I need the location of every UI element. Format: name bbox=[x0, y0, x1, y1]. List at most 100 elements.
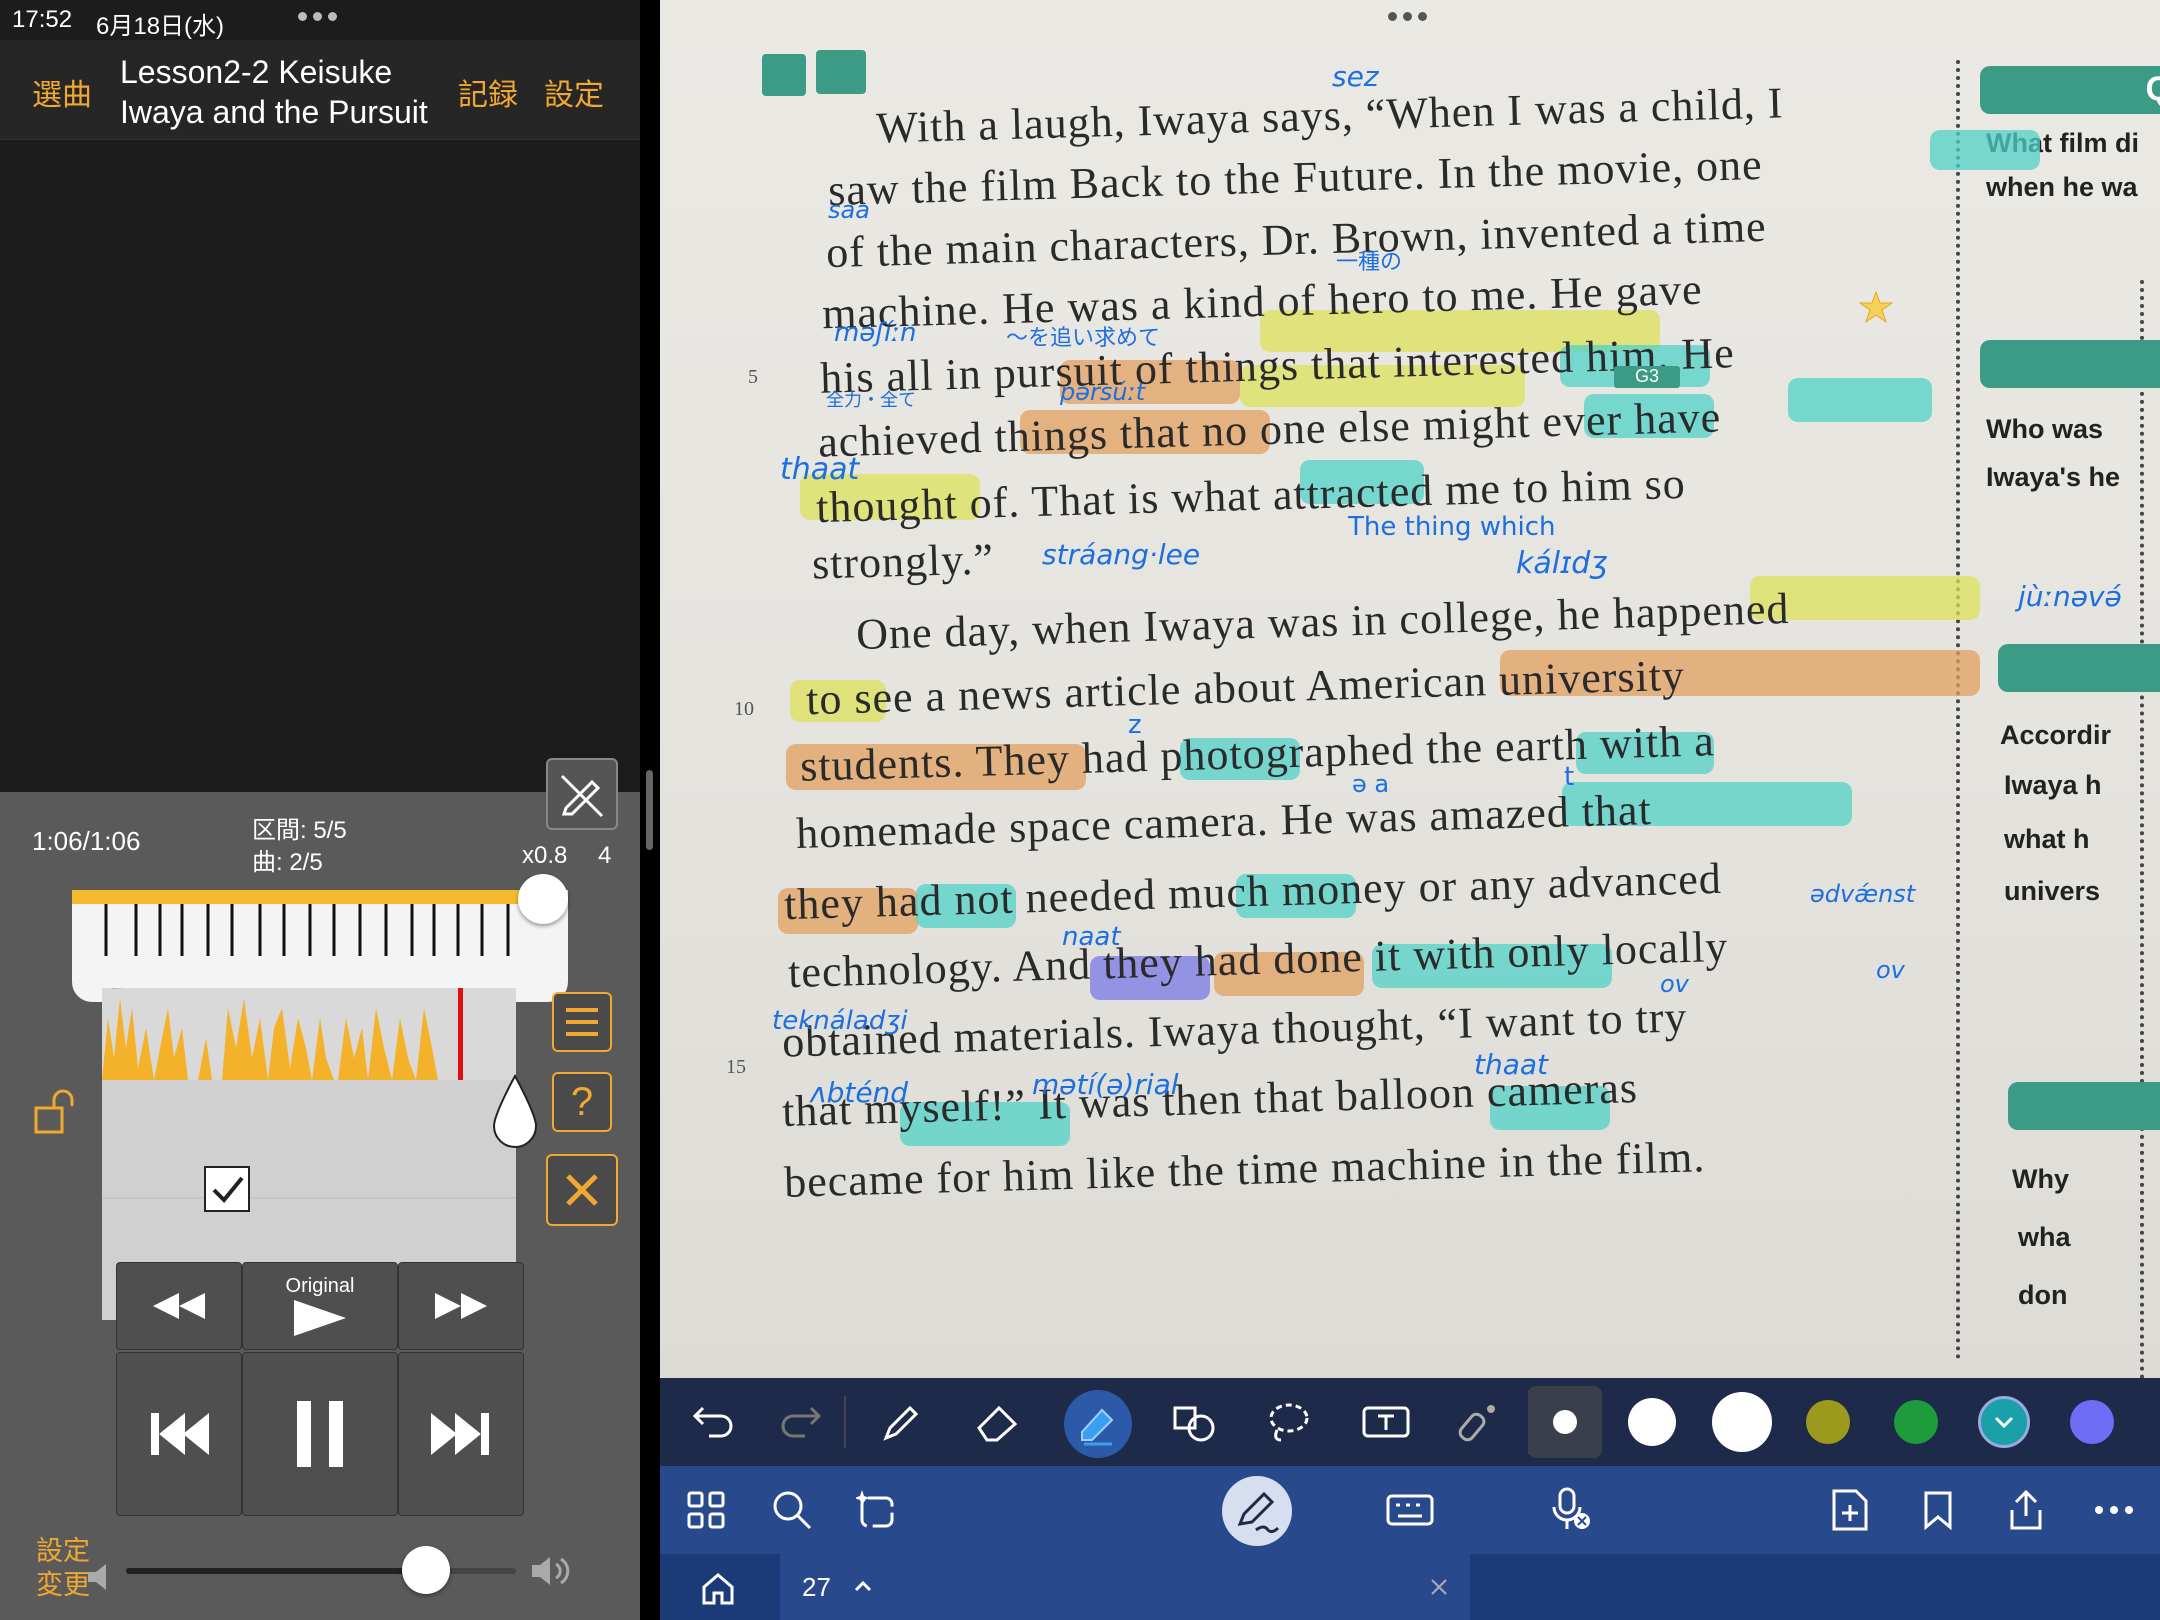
text-tool-button[interactable] bbox=[1358, 1394, 1414, 1450]
redo-button[interactable] bbox=[772, 1394, 828, 1450]
song-title: Lesson2-2 Keisuke Iwaya and the Pursuit bbox=[120, 52, 428, 132]
chevron-up-icon[interactable] bbox=[854, 1580, 872, 1592]
multitask-dots-icon[interactable] bbox=[298, 12, 337, 21]
eraser-tool-button[interactable] bbox=[970, 1394, 1026, 1450]
next-button[interactable] bbox=[398, 1352, 524, 1516]
menu-button[interactable] bbox=[552, 992, 612, 1052]
drawing-toolbar bbox=[660, 1378, 2160, 1466]
annotation: mətí(ə)rial bbox=[1032, 1068, 1179, 1101]
rewind-button[interactable] bbox=[116, 1262, 242, 1350]
side-text: Iwaya's he bbox=[1986, 462, 2120, 492]
highlight-cyan bbox=[1930, 130, 2040, 170]
elapsed-time: 1:06/1:06 bbox=[32, 826, 141, 856]
line-number: 15 bbox=[726, 1056, 746, 1078]
pause-button[interactable] bbox=[242, 1352, 398, 1516]
close-icon bbox=[566, 1174, 598, 1206]
laser-pointer-button[interactable] bbox=[1450, 1394, 1506, 1450]
close-button[interactable] bbox=[546, 1154, 618, 1226]
pause-icon bbox=[297, 1401, 343, 1467]
highlighter-icon bbox=[1081, 1408, 1114, 1446]
annotation: 〜を追い求めて bbox=[1006, 326, 1161, 351]
undo-icon bbox=[692, 1406, 733, 1438]
shapes-icon bbox=[1173, 1406, 1215, 1442]
checkmark-icon bbox=[212, 1176, 244, 1203]
annotation: ədvǽnst bbox=[1810, 880, 1916, 908]
pencil-slash-icon bbox=[560, 774, 604, 818]
home-button[interactable] bbox=[690, 1560, 746, 1616]
skip-back-icon bbox=[151, 1413, 209, 1455]
color-swatch-green[interactable] bbox=[1894, 1400, 1938, 1444]
document-tab[interactable]: 27 bbox=[780, 1554, 1470, 1620]
stroke-size-large[interactable] bbox=[1712, 1392, 1772, 1452]
side-text: Who was bbox=[1986, 414, 2104, 444]
side-text: when he wa bbox=[1986, 172, 2138, 202]
shapes-tool-button[interactable] bbox=[1166, 1394, 1222, 1450]
toolbar-divider bbox=[844, 1396, 846, 1448]
piano-progress-bar[interactable] bbox=[72, 890, 568, 1002]
annotation: thaat bbox=[780, 452, 860, 487]
color-swatch-blue[interactable] bbox=[2070, 1400, 2114, 1444]
previous-button[interactable] bbox=[116, 1352, 242, 1516]
side-text: univers bbox=[2004, 876, 2101, 906]
player-panel: 1:06/1:06 区間: 5/5 曲: 2/5 x0.8 4 ? Origin… bbox=[0, 758, 640, 1620]
color-swatch-olive[interactable] bbox=[1806, 1400, 1850, 1444]
side-text: what h bbox=[2004, 824, 2090, 854]
list-icon bbox=[566, 1008, 598, 1036]
side-question-header bbox=[1998, 644, 2160, 692]
redo-icon bbox=[781, 1406, 822, 1438]
keyboard-button[interactable] bbox=[1382, 1482, 1438, 1538]
handwriting-mode-button[interactable] bbox=[1222, 1476, 1292, 1546]
droplet-handle-icon[interactable] bbox=[492, 1074, 538, 1150]
loop-checkbox[interactable] bbox=[204, 1166, 250, 1212]
highlight-cyan bbox=[1788, 378, 1932, 422]
pen-handwriting-icon bbox=[1237, 1491, 1280, 1534]
pen-tool-button[interactable] bbox=[874, 1394, 930, 1450]
skip-forward-icon bbox=[431, 1413, 489, 1455]
annotation: ov bbox=[1876, 956, 1905, 984]
thumbnails-button[interactable] bbox=[678, 1482, 734, 1538]
annotation: teknáladʒi bbox=[772, 1006, 908, 1036]
highlighter-tool-button[interactable] bbox=[1064, 1390, 1132, 1458]
record-button[interactable]: 記録 bbox=[458, 70, 518, 114]
share-button[interactable] bbox=[1998, 1482, 2054, 1538]
undo-button[interactable] bbox=[686, 1394, 742, 1450]
close-tab-icon[interactable] bbox=[1430, 1578, 1448, 1596]
search-button[interactable] bbox=[764, 1482, 820, 1538]
more-icon bbox=[2095, 1506, 2133, 1514]
multitask-dots-icon[interactable] bbox=[1388, 12, 1427, 21]
color-swatch-teal[interactable] bbox=[1978, 1396, 2030, 1448]
fast-forward-icon bbox=[435, 1293, 487, 1319]
unlock-icon[interactable] bbox=[32, 1088, 82, 1138]
play-button[interactable]: Original bbox=[242, 1262, 398, 1350]
split-view-divider[interactable] bbox=[640, 0, 660, 1620]
ai-assist-button[interactable] bbox=[850, 1482, 906, 1538]
add-page-button[interactable] bbox=[1822, 1482, 1878, 1538]
fast-forward-button[interactable] bbox=[398, 1262, 524, 1350]
text-line: strongly.” bbox=[811, 534, 995, 589]
status-bar: 17:52 6月18日(水) bbox=[0, 0, 640, 40]
more-button[interactable] bbox=[2086, 1482, 2142, 1538]
divider-grip[interactable] bbox=[646, 770, 653, 850]
volume-thumb[interactable] bbox=[402, 1546, 450, 1594]
original-label: Original bbox=[285, 1274, 355, 1297]
settings-button[interactable]: 設定 bbox=[544, 70, 604, 114]
volume-high-icon bbox=[532, 1557, 570, 1585]
select-song-button[interactable]: 選曲 bbox=[32, 70, 92, 114]
textbook-page-photo[interactable]: Q What film di when he wa Who was Iwaya'… bbox=[660, 0, 2160, 1378]
bookmark-button[interactable] bbox=[1910, 1482, 1966, 1538]
side-text: wha bbox=[2018, 1222, 2071, 1252]
progress-thumb[interactable] bbox=[518, 874, 568, 924]
volume-slider[interactable] bbox=[126, 1568, 516, 1574]
dictation-button[interactable] bbox=[1542, 1482, 1598, 1538]
annotation: t bbox=[1564, 762, 1575, 792]
stroke-size-medium[interactable] bbox=[1628, 1398, 1676, 1446]
stroke-size-small[interactable] bbox=[1528, 1386, 1602, 1458]
annotation: saa bbox=[828, 196, 870, 224]
settings-change-button[interactable]: 設定 変更 bbox=[36, 1534, 90, 1602]
annotation: thaat bbox=[1474, 1048, 1549, 1081]
song-counter: 曲: 2/5 bbox=[252, 849, 323, 876]
help-button[interactable]: ? bbox=[552, 1072, 612, 1132]
lasso-tool-button[interactable] bbox=[1260, 1394, 1316, 1450]
rewind-icon bbox=[153, 1293, 205, 1319]
edit-pen-button[interactable] bbox=[546, 758, 618, 830]
